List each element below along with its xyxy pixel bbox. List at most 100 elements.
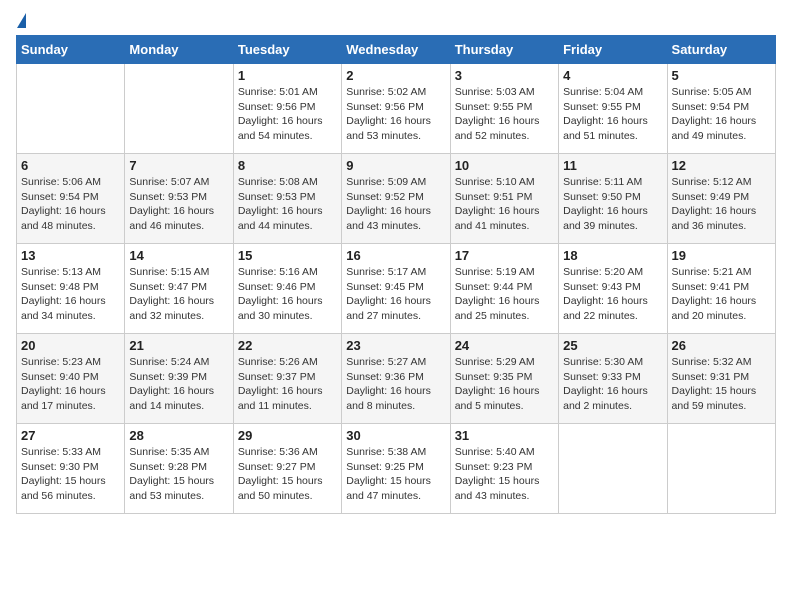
calendar-cell: 25 Sunrise: 5:30 AM Sunset: 9:33 PM Dayli… [559,334,667,424]
day-info: Sunrise: 5:12 AM Sunset: 9:49 PM Dayligh… [672,175,771,234]
calendar-cell: 23 Sunrise: 5:27 AM Sunset: 9:36 PM Dayli… [342,334,450,424]
weekday-header: Friday [559,36,667,64]
day-number: 28 [129,428,228,443]
day-number: 13 [21,248,120,263]
day-number: 8 [238,158,337,173]
day-info: Sunrise: 5:40 AM Sunset: 9:23 PM Dayligh… [455,445,554,504]
calendar-table: SundayMondayTuesdayWednesdayThursdayFrid… [16,35,776,514]
day-info: Sunrise: 5:24 AM Sunset: 9:39 PM Dayligh… [129,355,228,414]
day-info: Sunrise: 5:17 AM Sunset: 9:45 PM Dayligh… [346,265,445,324]
day-info: Sunrise: 5:06 AM Sunset: 9:54 PM Dayligh… [21,175,120,234]
day-number: 23 [346,338,445,353]
day-info: Sunrise: 5:16 AM Sunset: 9:46 PM Dayligh… [238,265,337,324]
day-info: Sunrise: 5:03 AM Sunset: 9:55 PM Dayligh… [455,85,554,144]
calendar-week-row: 1 Sunrise: 5:01 AM Sunset: 9:56 PM Daylig… [17,64,776,154]
day-number: 19 [672,248,771,263]
day-info: Sunrise: 5:33 AM Sunset: 9:30 PM Dayligh… [21,445,120,504]
day-number: 22 [238,338,337,353]
calendar-cell: 9 Sunrise: 5:09 AM Sunset: 9:52 PM Daylig… [342,154,450,244]
calendar-cell: 21 Sunrise: 5:24 AM Sunset: 9:39 PM Dayli… [125,334,233,424]
weekday-header: Sunday [17,36,125,64]
day-number: 3 [455,68,554,83]
day-number: 30 [346,428,445,443]
day-info: Sunrise: 5:08 AM Sunset: 9:53 PM Dayligh… [238,175,337,234]
day-number: 14 [129,248,228,263]
day-number: 2 [346,68,445,83]
day-info: Sunrise: 5:20 AM Sunset: 9:43 PM Dayligh… [563,265,662,324]
weekday-header: Thursday [450,36,558,64]
day-info: Sunrise: 5:01 AM Sunset: 9:56 PM Dayligh… [238,85,337,144]
calendar-cell: 7 Sunrise: 5:07 AM Sunset: 9:53 PM Daylig… [125,154,233,244]
weekday-header-row: SundayMondayTuesdayWednesdayThursdayFrid… [17,36,776,64]
calendar-cell: 11Sunrise: 5:11 AM Sunset: 9:50 PM Dayli… [559,154,667,244]
weekday-header: Tuesday [233,36,341,64]
day-number: 18 [563,248,662,263]
day-number: 10 [455,158,554,173]
calendar-cell: 30 Sunrise: 5:38 AM Sunset: 9:25 PM Dayli… [342,424,450,514]
calendar-week-row: 20Sunrise: 5:23 AM Sunset: 9:40 PM Dayli… [17,334,776,424]
day-info: Sunrise: 5:07 AM Sunset: 9:53 PM Dayligh… [129,175,228,234]
calendar-cell [17,64,125,154]
calendar-cell: 27 Sunrise: 5:33 AM Sunset: 9:30 PM Dayli… [17,424,125,514]
calendar-cell: 28 Sunrise: 5:35 AM Sunset: 9:28 PM Dayli… [125,424,233,514]
calendar-cell: 17Sunrise: 5:19 AM Sunset: 9:44 PM Dayli… [450,244,558,334]
day-number: 5 [672,68,771,83]
weekday-header: Monday [125,36,233,64]
day-info: Sunrise: 5:02 AM Sunset: 9:56 PM Dayligh… [346,85,445,144]
day-number: 25 [563,338,662,353]
day-number: 4 [563,68,662,83]
day-number: 26 [672,338,771,353]
calendar-cell: 31 Sunrise: 5:40 AM Sunset: 9:23 PM Dayli… [450,424,558,514]
calendar-cell [667,424,775,514]
calendar-week-row: 27 Sunrise: 5:33 AM Sunset: 9:30 PM Dayli… [17,424,776,514]
day-number: 15 [238,248,337,263]
day-number: 21 [129,338,228,353]
day-info: Sunrise: 5:19 AM Sunset: 9:44 PM Dayligh… [455,265,554,324]
calendar-cell: 8 Sunrise: 5:08 AM Sunset: 9:53 PM Daylig… [233,154,341,244]
calendar-cell: 5 Sunrise: 5:05 AM Sunset: 9:54 PM Daylig… [667,64,775,154]
day-number: 9 [346,158,445,173]
calendar-cell: 26Sunrise: 5:32 AM Sunset: 9:31 PM Dayli… [667,334,775,424]
day-number: 31 [455,428,554,443]
day-info: Sunrise: 5:21 AM Sunset: 9:41 PM Dayligh… [672,265,771,324]
day-info: Sunrise: 5:09 AM Sunset: 9:52 PM Dayligh… [346,175,445,234]
day-info: Sunrise: 5:13 AM Sunset: 9:48 PM Dayligh… [21,265,120,324]
day-number: 24 [455,338,554,353]
calendar-cell: 29Sunrise: 5:36 AM Sunset: 9:27 PM Dayli… [233,424,341,514]
day-info: Sunrise: 5:27 AM Sunset: 9:36 PM Dayligh… [346,355,445,414]
day-info: Sunrise: 5:26 AM Sunset: 9:37 PM Dayligh… [238,355,337,414]
calendar-cell: 4Sunrise: 5:04 AM Sunset: 9:55 PM Daylig… [559,64,667,154]
weekday-header: Wednesday [342,36,450,64]
logo [16,16,26,27]
calendar-cell: 6 Sunrise: 5:06 AM Sunset: 9:54 PM Daylig… [17,154,125,244]
day-info: Sunrise: 5:30 AM Sunset: 9:33 PM Dayligh… [563,355,662,414]
day-number: 6 [21,158,120,173]
calendar-cell: 2 Sunrise: 5:02 AM Sunset: 9:56 PM Daylig… [342,64,450,154]
calendar-cell: 18 Sunrise: 5:20 AM Sunset: 9:43 PM Dayli… [559,244,667,334]
day-info: Sunrise: 5:38 AM Sunset: 9:25 PM Dayligh… [346,445,445,504]
calendar-cell: 10Sunrise: 5:10 AM Sunset: 9:51 PM Dayli… [450,154,558,244]
day-info: Sunrise: 5:11 AM Sunset: 9:50 PM Dayligh… [563,175,662,234]
calendar-week-row: 6 Sunrise: 5:06 AM Sunset: 9:54 PM Daylig… [17,154,776,244]
calendar-cell [125,64,233,154]
day-number: 7 [129,158,228,173]
day-info: Sunrise: 5:35 AM Sunset: 9:28 PM Dayligh… [129,445,228,504]
day-number: 12 [672,158,771,173]
day-number: 1 [238,68,337,83]
day-info: Sunrise: 5:29 AM Sunset: 9:35 PM Dayligh… [455,355,554,414]
day-number: 27 [21,428,120,443]
calendar-cell: 3 Sunrise: 5:03 AM Sunset: 9:55 PM Daylig… [450,64,558,154]
page-header [16,16,776,27]
calendar-cell: 15 Sunrise: 5:16 AM Sunset: 9:46 PM Dayli… [233,244,341,334]
day-info: Sunrise: 5:15 AM Sunset: 9:47 PM Dayligh… [129,265,228,324]
day-info: Sunrise: 5:36 AM Sunset: 9:27 PM Dayligh… [238,445,337,504]
day-info: Sunrise: 5:05 AM Sunset: 9:54 PM Dayligh… [672,85,771,144]
calendar-cell: 19 Sunrise: 5:21 AM Sunset: 9:41 PM Dayli… [667,244,775,334]
day-number: 20 [21,338,120,353]
logo-triangle-icon [17,13,26,28]
calendar-cell: 16 Sunrise: 5:17 AM Sunset: 9:45 PM Dayli… [342,244,450,334]
weekday-header: Saturday [667,36,775,64]
day-number: 16 [346,248,445,263]
calendar-cell: 12 Sunrise: 5:12 AM Sunset: 9:49 PM Dayli… [667,154,775,244]
calendar-week-row: 13 Sunrise: 5:13 AM Sunset: 9:48 PM Dayli… [17,244,776,334]
